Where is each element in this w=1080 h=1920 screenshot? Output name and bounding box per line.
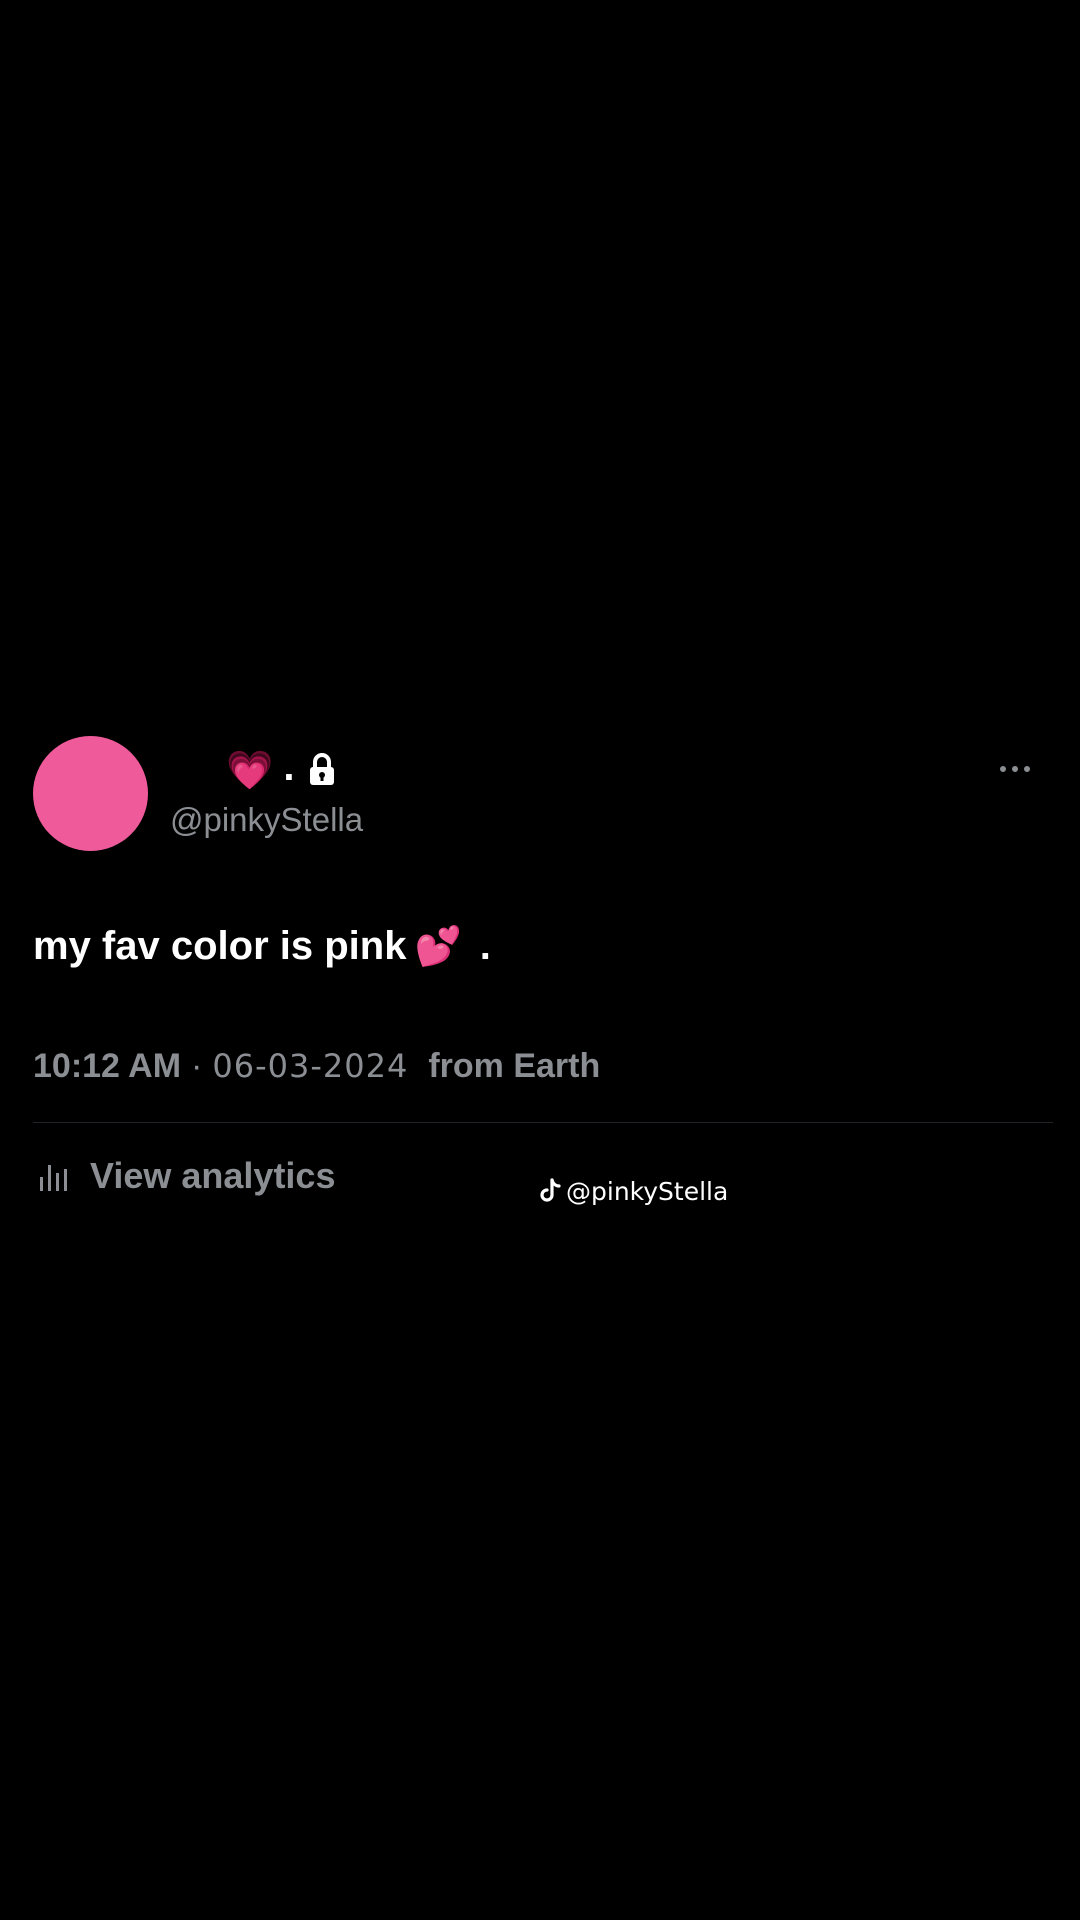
two-hearts-emoji-icon: 💕	[414, 924, 462, 968]
tweet-metadata: 10:12 AM · 06-03-2024 from Earth	[33, 1042, 600, 1090]
heart-emoji-icon: 💗	[226, 748, 274, 792]
more-dot	[1000, 766, 1006, 772]
view-analytics-label: View analytics	[90, 1155, 336, 1196]
tweet-time[interactable]: 10:12 AM	[33, 1042, 181, 1090]
more-horizontal-icon[interactable]	[1000, 762, 1042, 776]
avatar[interactable]	[33, 736, 148, 851]
view-analytics-button[interactable]: View analytics	[38, 1150, 335, 1202]
display-name-separator: .	[283, 745, 295, 789]
divider	[33, 1122, 1053, 1123]
tiktok-watermark: @pinkyStella	[540, 1172, 728, 1210]
tweet-card: 💗 . @pinkyStella my fav color is pink 💕. …	[0, 0, 1080, 1920]
tweet-trailing-dot: .	[479, 924, 491, 968]
tweet-text-body: my fav color is pink	[33, 924, 407, 968]
user-handle[interactable]: @pinkyStella	[170, 798, 363, 842]
more-dot	[1024, 766, 1030, 772]
bar-chart-icon	[40, 1165, 67, 1191]
tiktok-icon	[540, 1178, 561, 1202]
meta-separator: ·	[191, 1047, 203, 1085]
tweet-date[interactable]: 06-03-2024	[212, 1042, 408, 1090]
tweet-source: from Earth	[428, 1047, 601, 1085]
lock-icon	[310, 753, 335, 785]
watermark-handle: @pinkyStella	[566, 1176, 729, 1206]
display-name[interactable]: 💗 .	[226, 742, 336, 798]
tweet-text: my fav color is pink 💕.	[33, 918, 491, 974]
more-dot	[1012, 766, 1018, 772]
